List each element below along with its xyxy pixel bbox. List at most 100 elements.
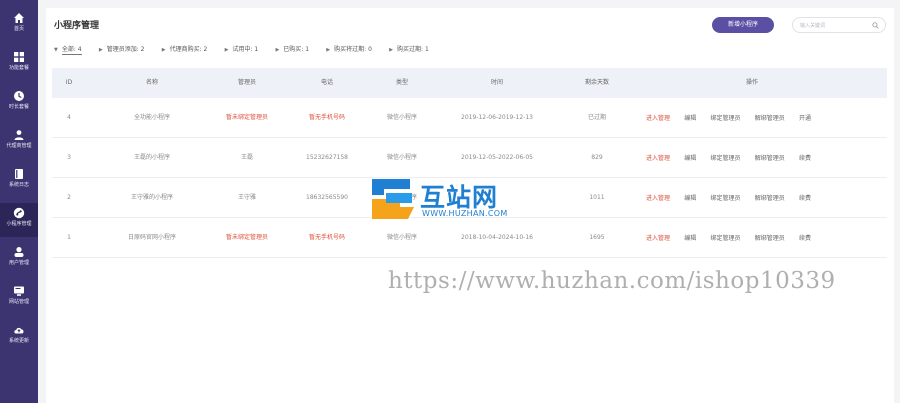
unbind-admin-link[interactable]: 解绑管理员 — [755, 179, 785, 219]
unbind-admin-link[interactable]: 解绑管理员 — [755, 219, 785, 259]
renew-link[interactable]: 续费 — [799, 179, 811, 219]
filter-expiring[interactable]: ▶ 购买将过期: 0 — [326, 44, 372, 53]
unbind-admin-link[interactable]: 解绑管理员 — [755, 99, 785, 139]
sidebar-item-label: 网站管理 — [8, 299, 29, 305]
cell-id: 3 — [67, 154, 71, 161]
cell-type: 微信小程序 — [386, 234, 417, 241]
sidebar-item-label: 代理商管理 — [6, 143, 32, 149]
activate-link[interactable]: 开通 — [799, 99, 811, 139]
sidebar: 首页 功能套餐 时长套餐 代理商管理 系统日志 小程序管理 用户管理 网站管理 … — [0, 0, 38, 403]
bind-admin-link[interactable]: 绑定管理员 — [711, 139, 741, 179]
log-icon — [15, 169, 23, 179]
enter-management-link[interactable]: 进入管理 — [646, 99, 670, 139]
cell-id: 4 — [67, 114, 71, 121]
filter-purchased[interactable]: ▶ 已购买: 1 — [275, 44, 309, 53]
edit-link[interactable]: 编辑 — [684, 139, 696, 179]
sidebar-item-label: 用户管理 — [8, 260, 29, 266]
cell-admin: 王守雅 — [237, 194, 256, 201]
table-row: 4 全功能小程序 暂未绑定管理员 暂无手机号码 微信小程序 2019-12-06… — [52, 98, 887, 138]
watermark-url-small: WWW.HUZHAN.COM — [422, 209, 508, 218]
clock-icon — [14, 91, 24, 101]
cell-name: 王守雅的小程序 — [130, 194, 173, 201]
filter-all[interactable]: ▼ 全部: 4 — [54, 44, 82, 55]
huzhan-logo-icon — [372, 179, 414, 219]
search-box — [792, 17, 886, 33]
row-actions: 进入管理 编辑 绑定管理员 解绑管理员 续费 — [646, 138, 823, 178]
sidebar-item-feature-package[interactable]: 功能套餐 — [0, 47, 38, 81]
filter-expired[interactable]: ▶ 购买过期: 1 — [389, 44, 429, 53]
cell-phone: 暂无手机号码 — [308, 114, 345, 121]
sidebar-item-label: 小程序管理 — [6, 221, 32, 227]
column-header-phone: 电话 — [320, 79, 333, 86]
bind-admin-link[interactable]: 绑定管理员 — [711, 179, 741, 219]
sidebar-item-website[interactable]: 网站管理 — [0, 281, 38, 315]
edit-link[interactable]: 编辑 — [684, 99, 696, 139]
user-icon — [14, 247, 24, 257]
enter-management-link[interactable]: 进入管理 — [646, 139, 670, 179]
renew-link[interactable]: 续费 — [799, 139, 811, 179]
miniapp-icon — [13, 207, 25, 219]
cell-phone: 暂无手机号码 — [308, 234, 345, 241]
filter-bar: ▼ 全部: 4 ▶ 管理员添加: 2 ▶ 代理商购买: 2 ▶ 试用中: 1 ▶ 已购买:… — [54, 44, 444, 55]
bind-admin-link[interactable]: 绑定管理员 — [711, 219, 741, 259]
website-icon — [14, 286, 24, 296]
sidebar-item-miniapp[interactable]: 小程序管理 — [0, 203, 38, 237]
cell-remaining-days: 1011 — [589, 194, 605, 201]
cell-phone: 15232627158 — [306, 154, 348, 161]
cell-type: 微信小程序 — [386, 154, 417, 161]
cell-admin: 暂未绑定管理员 — [225, 114, 268, 121]
bind-admin-link[interactable]: 绑定管理员 — [711, 99, 741, 139]
column-header-id: ID — [65, 79, 73, 86]
edit-link[interactable]: 编辑 — [684, 219, 696, 259]
cell-name: 日原码官网小程序 — [127, 234, 176, 241]
renew-link[interactable]: 续费 — [799, 219, 811, 259]
enter-management-link[interactable]: 进入管理 — [646, 179, 670, 219]
search-icon[interactable] — [872, 22, 879, 29]
column-header-admin: 管理员 — [237, 79, 256, 86]
home-icon — [14, 13, 24, 23]
cloud-update-icon — [14, 327, 24, 334]
unbind-admin-link[interactable]: 解绑管理员 — [755, 139, 785, 179]
cell-phone: 18632565590 — [306, 194, 348, 201]
cell-time: 2019-12-05-2022-06-05 — [461, 154, 533, 161]
cell-name: 王磊的小程序 — [133, 154, 170, 161]
column-header-time: 时间 — [490, 79, 503, 86]
edit-link[interactable]: 编辑 — [684, 179, 696, 219]
sidebar-item-users[interactable]: 用户管理 — [0, 242, 38, 276]
sidebar-item-system-log[interactable]: 系统日志 — [0, 164, 38, 198]
table-row: 1 日原码官网小程序 暂未绑定管理员 暂无手机号码 微信小程序 2018-10-… — [52, 218, 887, 258]
cell-time: 2019-12-06-2019-12-13 — [461, 114, 533, 121]
sidebar-item-system-update[interactable]: 系统更新 — [0, 320, 38, 354]
sidebar-item-label: 时长套餐 — [8, 104, 29, 110]
caret-right-icon: ▶ — [224, 47, 229, 53]
caret-right-icon: ▶ — [98, 47, 103, 53]
cell-admin: 王磊 — [240, 154, 253, 161]
filter-trial[interactable]: ▶ 试用中: 1 — [225, 44, 259, 53]
cell-name: 全功能小程序 — [133, 114, 170, 121]
sidebar-item-duration-package[interactable]: 时长套餐 — [0, 86, 38, 120]
caret-right-icon: ▶ — [326, 47, 331, 53]
column-header-name: 名称 — [145, 79, 158, 86]
page-title: 小程序管理 — [54, 21, 100, 31]
caret-right-icon: ▶ — [161, 47, 166, 53]
grid-icon — [14, 52, 24, 62]
row-actions: 进入管理 编辑 绑定管理员 解绑管理员 续费 — [646, 218, 823, 258]
table-row: 3 王磊的小程序 王磊 15232627158 微信小程序 2019-12-05… — [52, 138, 887, 178]
sidebar-item-agents[interactable]: 代理商管理 — [0, 125, 38, 159]
filter-agent-purchased[interactable]: ▶ 代理商购买: 2 — [162, 44, 208, 53]
sidebar-item-label: 系统更新 — [8, 338, 29, 344]
cell-remaining-days: 已过期 — [587, 114, 606, 121]
sidebar-item-home[interactable]: 首页 — [0, 8, 38, 42]
caret-right-icon: ▶ — [389, 47, 394, 53]
enter-management-link[interactable]: 进入管理 — [646, 219, 670, 259]
agent-icon — [14, 130, 24, 140]
add-miniapp-button[interactable]: 新增小程序 — [712, 17, 774, 33]
column-header-type: 类型 — [395, 79, 408, 86]
sidebar-item-label: 功能套餐 — [8, 65, 29, 71]
column-header-actions: 操作 — [745, 79, 758, 86]
search-input[interactable] — [800, 20, 870, 31]
cell-remaining-days: 829 — [591, 154, 603, 161]
cell-remaining-days: 1695 — [589, 234, 605, 241]
filter-admin-added[interactable]: ▶ 管理员添加: 2 — [99, 44, 145, 53]
caret-down-icon: ▼ — [54, 47, 58, 53]
